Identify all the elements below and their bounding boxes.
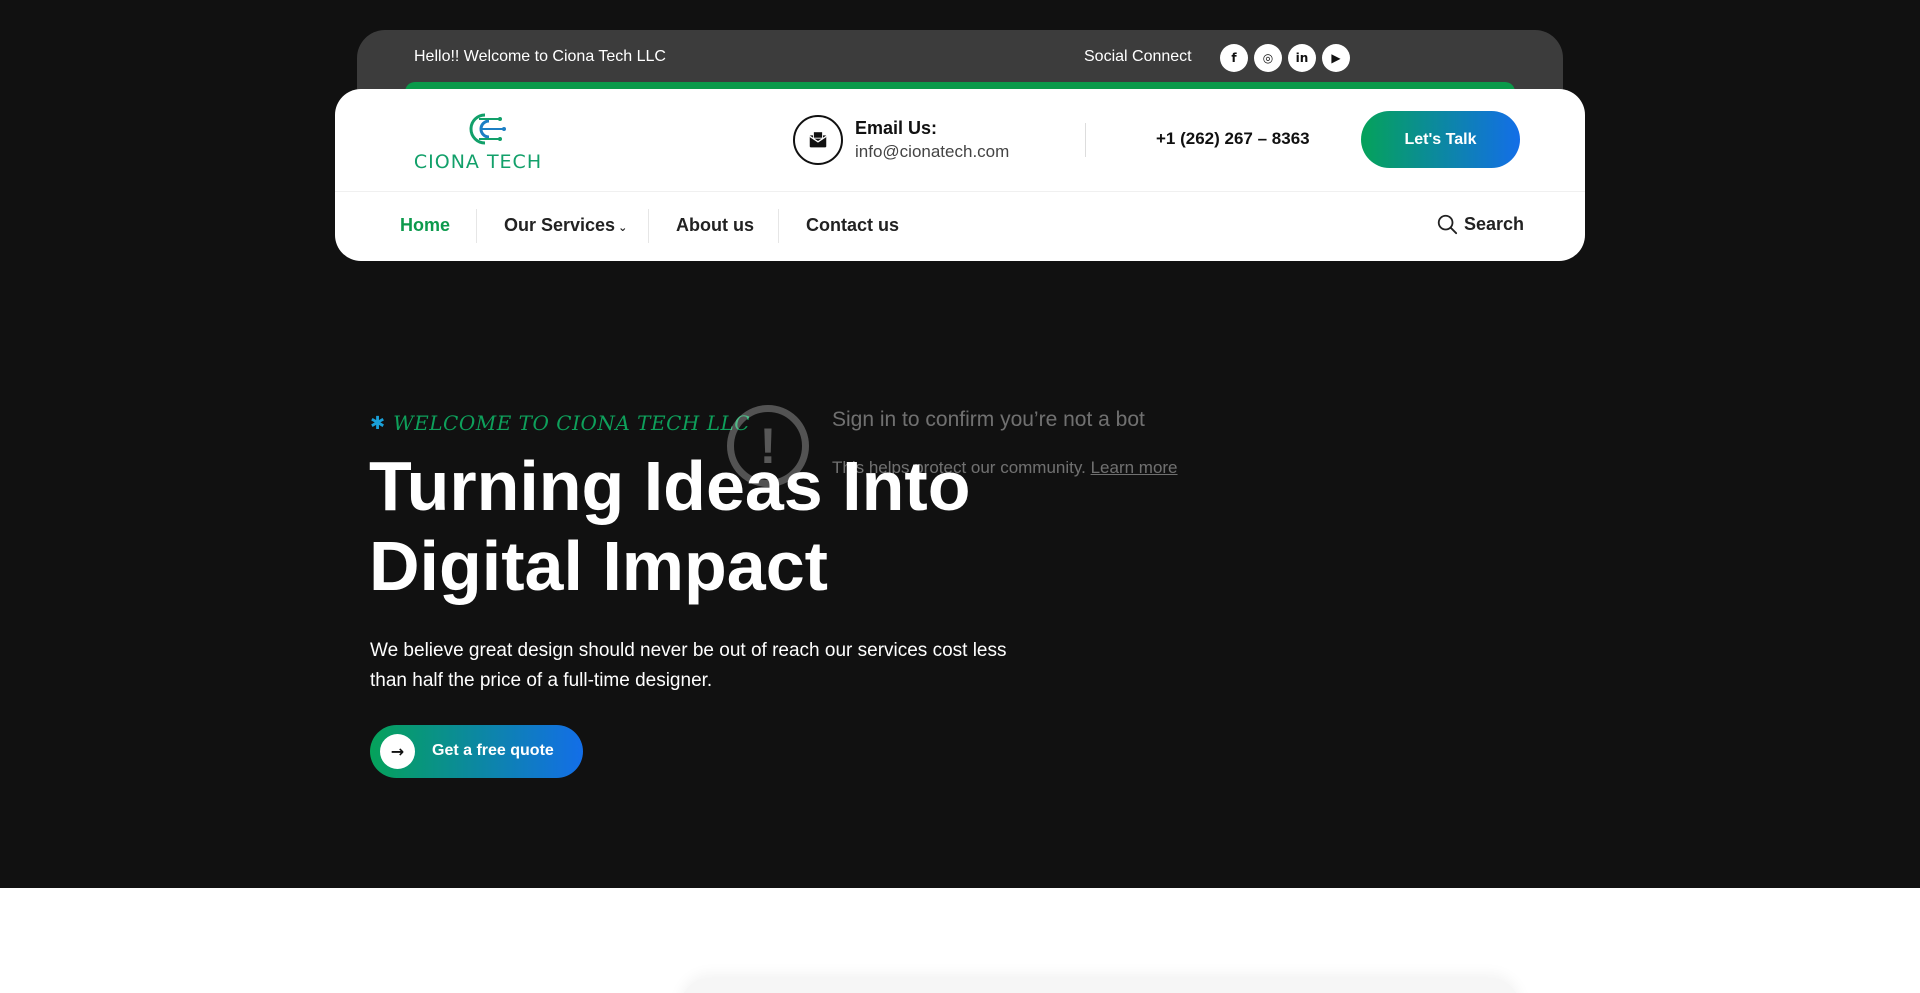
welcome-text: Hello!! Welcome to Ciona Tech LLC [414,48,666,65]
bot-check-text: This helps protect our community. Learn … [832,458,1178,478]
main-header: CIONA TECH Email Us: info@cionatech.com … [335,89,1585,261]
star-icon: ✱ [370,412,386,434]
learn-more-link[interactable]: Learn more [1091,458,1178,477]
lets-talk-button[interactable]: Let's Talk [1361,111,1520,168]
email-icon [793,115,843,165]
instagram-icon[interactable]: ◎ [1254,44,1282,72]
nav-item-home[interactable]: Home [400,215,450,236]
social-icons: f ◎ in ▶ [1220,44,1350,72]
bottom-section-card [680,978,1520,993]
nav-item-our-services[interactable]: Our Services ⌄ [504,215,627,236]
nav-separator [476,209,477,243]
hero-description: We believe great design should never be … [370,640,1007,691]
hero-title-line-2: Digital Impact [369,527,828,605]
bot-check-message: This helps protect our community. [832,458,1086,477]
logo-mark-icon [469,113,506,145]
header-divider [1085,123,1086,157]
get-quote-button[interactable]: → Get a free quote [370,725,583,778]
warning-icon: ! [727,405,809,487]
search-label: Search [1464,213,1525,234]
get-quote-label: Get a free quote [432,742,554,759]
email-link[interactable]: info@cionatech.com [855,142,1009,162]
hero-tagline: ✱ WELCOME TO CIONA TECH LLC [370,411,750,435]
linkedin-icon[interactable]: in [1288,44,1316,72]
logo[interactable]: CIONA TECH [413,109,543,175]
tagline-text: WELCOME TO CIONA TECH LLC [393,411,751,435]
main-nav: Home Our Services ⌄ About us Contact us S… [335,192,1585,261]
social-connect-label: Social Connect [1084,48,1192,65]
arrow-right-icon: → [380,734,415,769]
nav-item-label: Our Services [504,215,616,235]
chevron-down-icon: ⌄ [618,221,628,234]
youtube-icon[interactable]: ▶ [1322,44,1350,72]
search-button[interactable]: Search [1436,213,1524,235]
bot-check-title: Sign in to confirm you’re not a bot [832,408,1145,431]
nav-item-contact-us[interactable]: Contact us [806,215,899,236]
facebook-icon[interactable]: f [1220,44,1248,72]
nav-separator [648,209,649,243]
nav-separator [778,209,779,243]
search-icon [1437,214,1458,235]
logo-text: CIONA TECH [413,151,543,173]
phone-link[interactable]: +1 (262) 267 – 8363 [1156,129,1310,149]
nav-item-about-us[interactable]: About us [676,215,754,236]
email-label: Email Us: [855,118,938,138]
